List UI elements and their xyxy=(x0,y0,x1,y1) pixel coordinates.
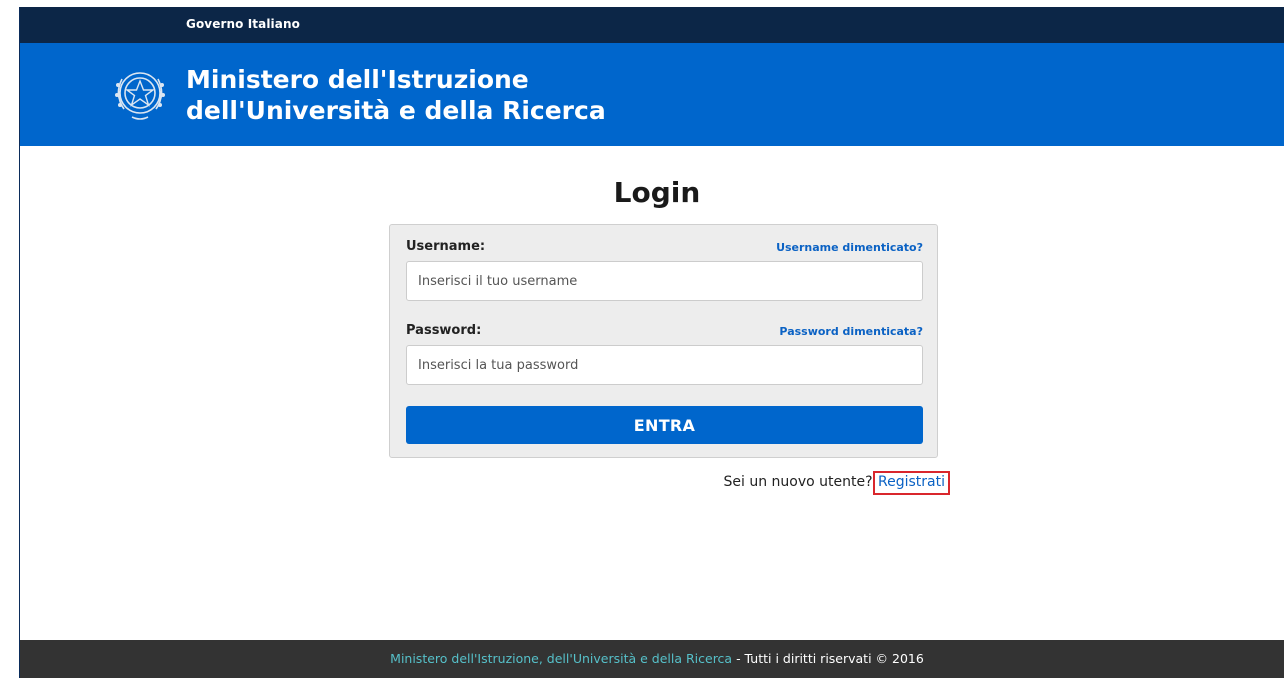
gov-bar: Governo Italiano xyxy=(20,7,1284,43)
register-prompt-line: Sei un nuovo utente? Registrati xyxy=(620,471,950,495)
gov-bar-label[interactable]: Governo Italiano xyxy=(186,17,300,31)
page-content: Governo Italiano Ministero dell'Istruzio… xyxy=(19,7,1284,678)
footer-ministry-link[interactable]: Ministero dell'Istruzione, dell'Universi… xyxy=(390,651,732,666)
site-title[interactable]: Ministero dell'Istruzione dell'Universit… xyxy=(186,64,606,126)
login-form: Username: Username dimenticato? Password… xyxy=(389,224,938,458)
forgot-password-link[interactable]: Password dimenticata? xyxy=(779,325,923,338)
site-footer: Ministero dell'Istruzione, dell'Universi… xyxy=(20,640,1284,678)
page-title: Login xyxy=(613,176,701,209)
register-link[interactable]: Registrati xyxy=(873,471,950,495)
italian-republic-emblem-icon[interactable] xyxy=(110,61,170,125)
site-title-line2: dell'Università e della Ricerca xyxy=(186,96,606,125)
login-submit-button[interactable]: ENTRA xyxy=(406,406,923,444)
footer-rights: - Tutti i diritti riservati © 2016 xyxy=(732,651,924,666)
forgot-username-link[interactable]: Username dimenticato? xyxy=(776,241,923,254)
username-label: Username: xyxy=(406,239,486,254)
site-header: Ministero dell'Istruzione dell'Universit… xyxy=(20,43,1284,146)
password-label: Password: xyxy=(406,323,482,338)
password-input[interactable] xyxy=(406,345,923,385)
site-title-line1: Ministero dell'Istruzione xyxy=(186,65,529,94)
register-prompt: Sei un nuovo utente? xyxy=(723,474,873,490)
page: Governo Italiano Ministero dell'Istruzio… xyxy=(0,0,1284,678)
username-input[interactable] xyxy=(406,261,923,301)
